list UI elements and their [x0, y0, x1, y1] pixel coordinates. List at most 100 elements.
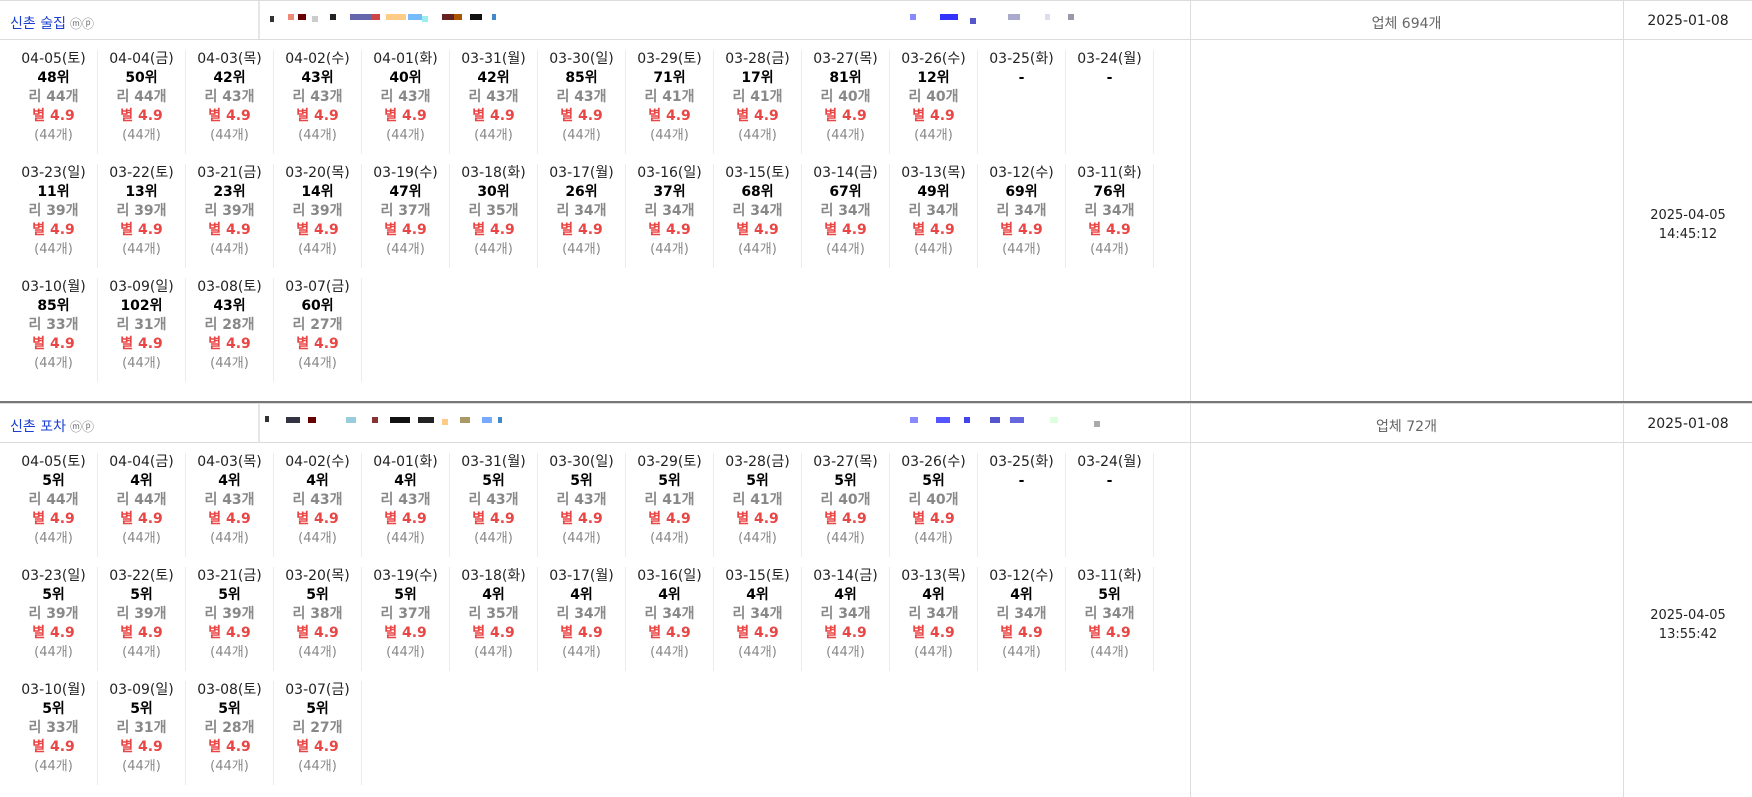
- day-count: (44개): [122, 242, 161, 257]
- day-cell: 03-31(월) 5위 리 43개 별 4.9 (44개): [450, 453, 538, 557]
- day-reviews: 리 34개: [556, 606, 607, 622]
- day-rank: 5위: [834, 473, 857, 489]
- day-count: (44개): [298, 531, 337, 546]
- day-reviews: 리 39개: [204, 606, 255, 622]
- day-rank: 4위: [218, 473, 241, 489]
- day-date: 03-09(일): [109, 682, 174, 698]
- day-cell: 03-15(토) 68위 리 34개 별 4.9 (44개): [714, 164, 802, 268]
- day-count: (44개): [1002, 645, 1041, 660]
- day-cell: 03-22(토) 5위 리 39개 별 4.9 (44개): [98, 567, 186, 671]
- day-stars: 별 4.9: [120, 222, 163, 238]
- day-reviews: 리 40개: [820, 89, 871, 105]
- day-count: (44개): [914, 128, 953, 143]
- day-cell: 03-19(수) 5위 리 37개 별 4.9 (44개): [362, 567, 450, 671]
- day-stars: 별 4.9: [120, 336, 163, 352]
- day-date: 03-21(금): [197, 165, 262, 181]
- day-cell: 03-16(일) 4위 리 34개 별 4.9 (44개): [626, 567, 714, 671]
- day-cell: 03-09(일) 5위 리 31개 별 4.9 (44개): [98, 681, 186, 785]
- day-date: 03-25(화): [989, 51, 1054, 67]
- day-date: 03-18(화): [461, 568, 526, 584]
- day-reviews: 리 43개: [468, 89, 519, 105]
- day-date: 04-03(목): [197, 51, 262, 67]
- day-date: 03-12(수): [989, 568, 1054, 584]
- day-stars: 별 4.9: [384, 108, 427, 124]
- day-rank: 5위: [658, 473, 681, 489]
- day-cell: 03-13(목) 4위 리 34개 별 4.9 (44개): [890, 567, 978, 671]
- keyword-link[interactable]: 신촌 술집 ⓜⓟ: [10, 13, 94, 33]
- day-count: (44개): [826, 242, 865, 257]
- day-stars: 별 4.9: [912, 625, 955, 641]
- day-stars: 별 4.9: [32, 739, 75, 755]
- day-reviews: 리 43개: [380, 89, 431, 105]
- day-stars: 별 4.9: [120, 511, 163, 527]
- day-reviews: 리 39개: [28, 606, 79, 622]
- day-reviews: 리 34개: [908, 203, 959, 219]
- day-count: (44개): [298, 759, 337, 774]
- day-date: 03-08(토): [197, 279, 262, 295]
- day-rank: 5위: [746, 473, 769, 489]
- day-count: (44개): [34, 645, 73, 660]
- day-date: 03-13(목): [901, 568, 966, 584]
- day-reviews: 리 44개: [28, 492, 79, 508]
- day-rank: -: [1106, 473, 1113, 489]
- day-count: (44개): [562, 645, 601, 660]
- keyword-section: 신촌 술집 ⓜⓟ 업체 694개 2025-01-08 04-05(토) 48위…: [0, 0, 1752, 401]
- day-count: (44개): [34, 356, 73, 371]
- day-stars: 별 4.9: [208, 511, 251, 527]
- mp-badge[interactable]: ⓜⓟ: [70, 17, 94, 31]
- day-date: 03-31(월): [461, 51, 526, 67]
- keyword-link[interactable]: 신촌 포차 ⓜⓟ: [10, 416, 94, 436]
- day-count: (44개): [474, 242, 513, 257]
- day-reviews: 리 43개: [556, 89, 607, 105]
- day-cell: 03-27(목) 81위 리 40개 별 4.9 (44개): [802, 50, 890, 154]
- day-stars: 별 4.9: [472, 222, 515, 238]
- day-date: 03-08(토): [197, 682, 262, 698]
- day-rank: 5위: [42, 701, 65, 717]
- day-date: 03-09(일): [109, 279, 174, 295]
- day-count: (44개): [914, 531, 953, 546]
- day-count: (44개): [34, 242, 73, 257]
- day-cell: 03-23(일) 11위 리 39개 별 4.9 (44개): [10, 164, 98, 268]
- day-rank: 37위: [653, 184, 686, 200]
- day-cell: 03-26(수) 5위 리 40개 별 4.9 (44개): [890, 453, 978, 557]
- day-rank: 48위: [37, 70, 70, 86]
- day-date: 03-27(목): [813, 454, 878, 470]
- day-rank: -: [1018, 473, 1025, 489]
- rank-tracker-table: 신촌 술집 ⓜⓟ 업체 694개 2025-01-08 04-05(토) 48위…: [0, 0, 1752, 797]
- day-count: (44개): [650, 128, 689, 143]
- redacted-business-info: [258, 404, 1188, 442]
- day-cell: 03-10(월) 85위 리 33개 별 4.9 (44개): [10, 278, 98, 382]
- day-rank: 60위: [301, 298, 334, 314]
- day-stars: 별 4.9: [296, 739, 339, 755]
- day-stars: 별 4.9: [1088, 222, 1131, 238]
- day-count: (44개): [474, 645, 513, 660]
- keyword-section: 신촌 포차 ⓜⓟ 업체 72개 2025-01-08 04-05(토) 5위 리…: [0, 401, 1752, 797]
- day-cell: 04-04(금) 4위 리 44개 별 4.9 (44개): [98, 453, 186, 557]
- day-date: 03-20(목): [285, 568, 350, 584]
- day-date: 03-29(토): [637, 51, 702, 67]
- day-reviews: 리 27개: [292, 317, 343, 333]
- keyword-header-row: 신촌 술집 ⓜⓟ 업체 694개 2025-01-08: [0, 0, 1752, 401]
- day-stars: 별 4.9: [1000, 222, 1043, 238]
- day-rank: 102위: [120, 298, 163, 314]
- day-rank: 5위: [218, 587, 241, 603]
- day-date: 03-26(수): [901, 51, 966, 67]
- day-date: 04-01(화): [373, 51, 438, 67]
- day-reviews: 리 43개: [380, 492, 431, 508]
- day-rank: 5위: [482, 473, 505, 489]
- day-rank: 4위: [922, 587, 945, 603]
- day-stars: 별 4.9: [296, 511, 339, 527]
- day-date: 04-01(화): [373, 454, 438, 470]
- day-cell: 03-30(일) 85위 리 43개 별 4.9 (44개): [538, 50, 626, 154]
- day-rank: 5위: [130, 701, 153, 717]
- day-date: 04-03(목): [197, 454, 262, 470]
- day-cell: 03-31(월) 42위 리 43개 별 4.9 (44개): [450, 50, 538, 154]
- day-count: (44개): [1090, 242, 1129, 257]
- mp-badge[interactable]: ⓜⓟ: [70, 420, 94, 434]
- day-stars: 별 4.9: [1088, 625, 1131, 641]
- day-date: 03-25(화): [989, 454, 1054, 470]
- day-count: (44개): [298, 645, 337, 660]
- day-date: 04-02(수): [285, 51, 350, 67]
- day-date: 04-05(토): [21, 454, 86, 470]
- day-rank: 14위: [301, 184, 334, 200]
